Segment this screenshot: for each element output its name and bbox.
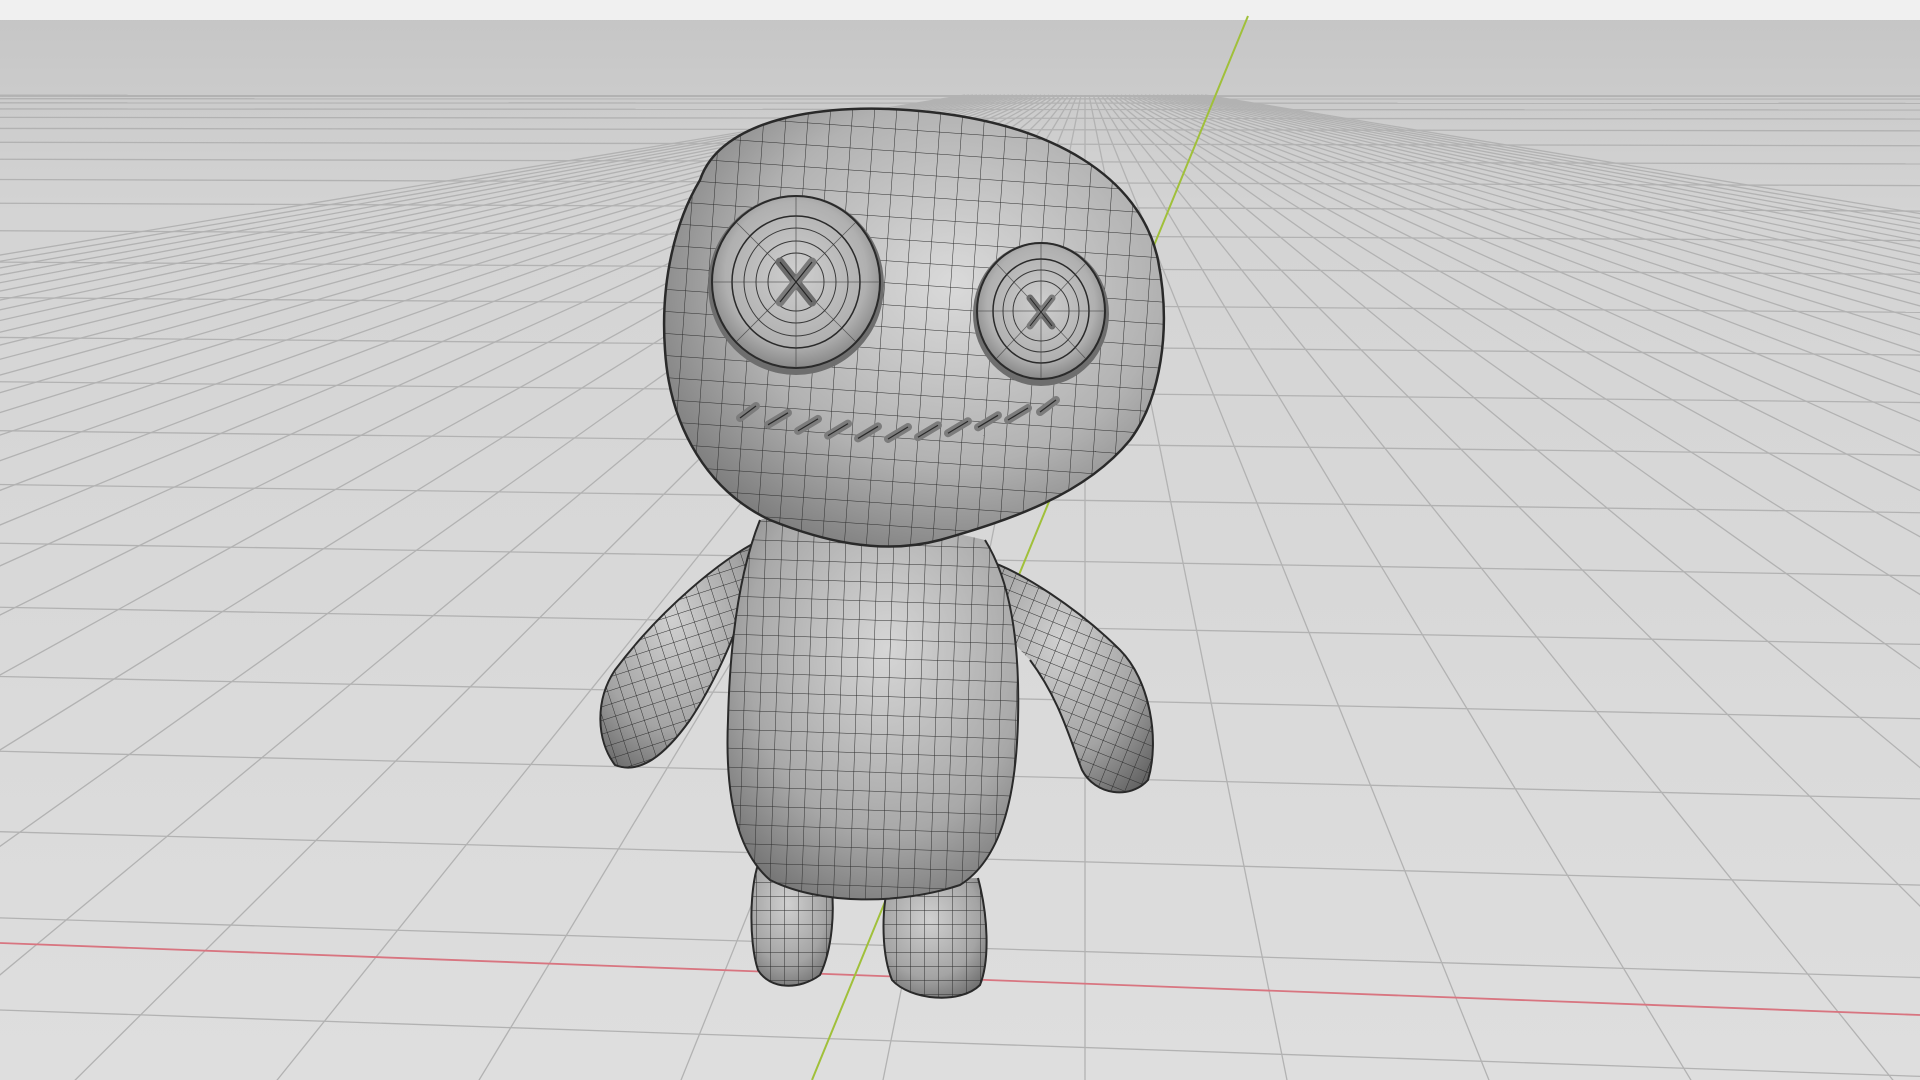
3d-viewport[interactable] xyxy=(0,0,1920,1080)
left-eye-button[interactable] xyxy=(708,195,884,375)
viewport-top-strip xyxy=(0,0,1920,20)
doll-body[interactable] xyxy=(720,500,1030,910)
right-eye-button[interactable] xyxy=(973,242,1109,386)
viewport-canvas[interactable] xyxy=(0,0,1920,1080)
